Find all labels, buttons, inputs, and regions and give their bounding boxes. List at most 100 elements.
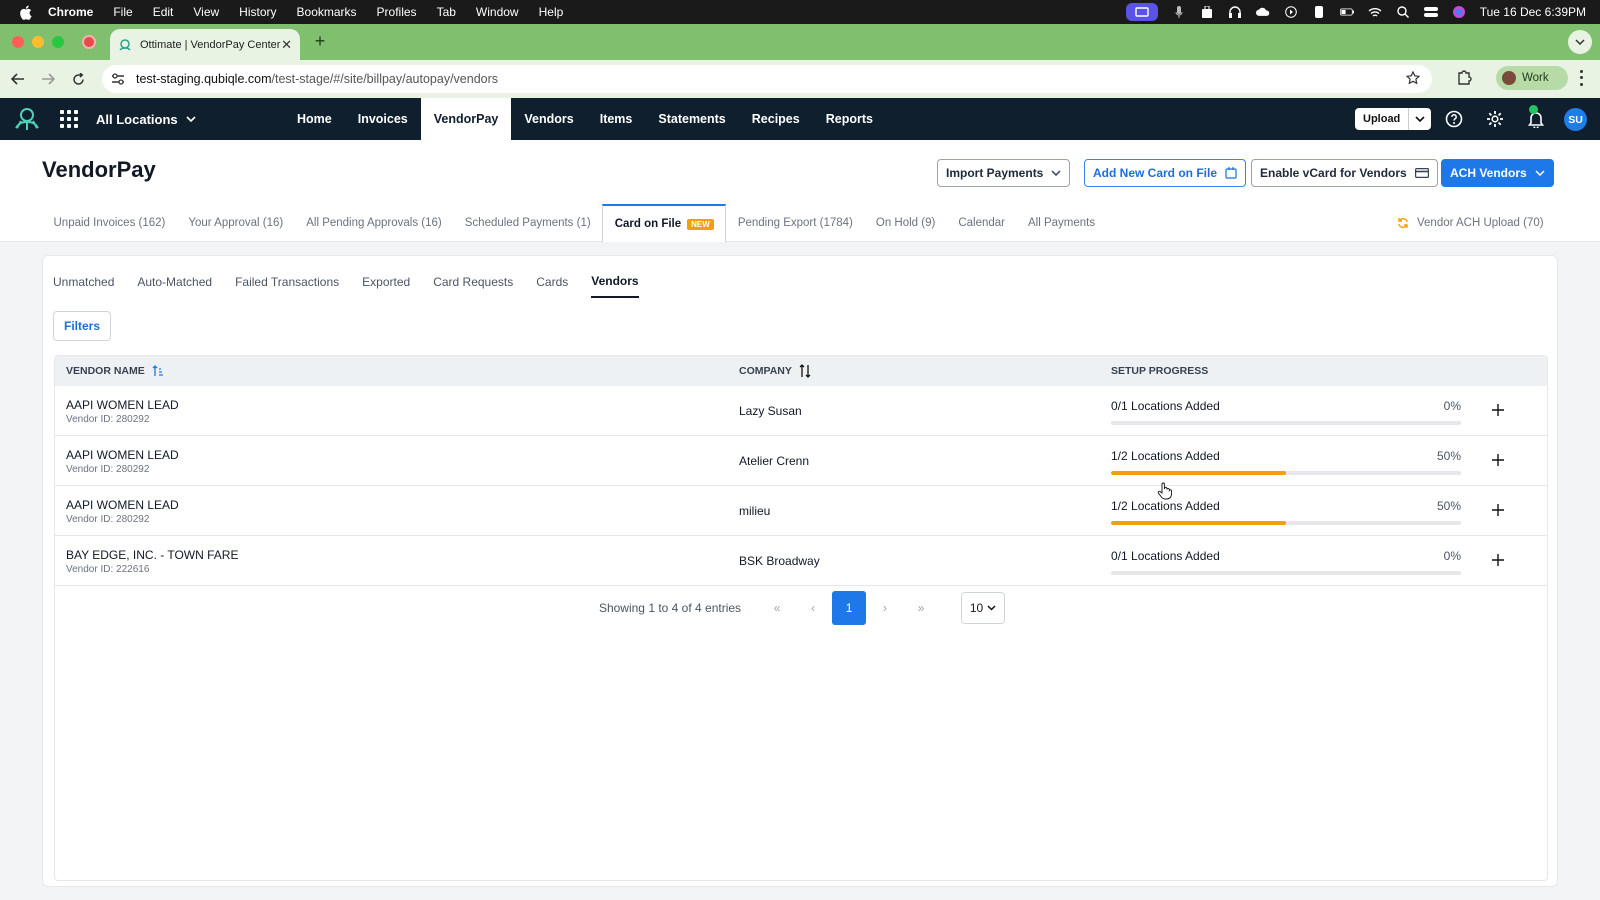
subtab-card-requests[interactable]: Card Requests bbox=[433, 266, 513, 298]
settings-gear-icon[interactable] bbox=[1485, 109, 1505, 129]
maximize-window-button[interactable] bbox=[52, 36, 64, 48]
add-location-plus-icon[interactable] bbox=[1489, 451, 1507, 469]
tab-card-on-file[interactable]: Card on File NEW bbox=[602, 204, 727, 242]
subtab-cards[interactable]: Cards bbox=[536, 266, 568, 298]
microphone-icon[interactable] bbox=[1172, 6, 1186, 18]
subtab-exported[interactable]: Exported bbox=[362, 266, 410, 298]
nav-vendorpay[interactable]: VendorPay bbox=[420, 98, 512, 140]
help-icon[interactable] bbox=[1444, 109, 1464, 129]
menu-app-name[interactable]: Chrome bbox=[48, 5, 93, 19]
cloud-icon[interactable] bbox=[1255, 6, 1270, 18]
headphones-icon[interactable] bbox=[1228, 6, 1242, 18]
location-selector[interactable]: All Locations bbox=[96, 98, 196, 140]
upload-dropdown-chevron-icon[interactable] bbox=[1409, 116, 1431, 122]
nav-invoices[interactable]: Invoices bbox=[345, 98, 421, 140]
add-location-plus-icon[interactable] bbox=[1489, 551, 1507, 569]
vendor-name[interactable]: AAPI WOMEN LEAD bbox=[66, 448, 179, 462]
nav-vendors[interactable]: Vendors bbox=[511, 98, 586, 140]
column-company[interactable]: COMPANY bbox=[739, 356, 811, 386]
menu-tab[interactable]: Tab bbox=[437, 5, 456, 19]
sort-ascending-icon[interactable] bbox=[152, 365, 164, 377]
vendor-ach-upload-link[interactable]: Vendor ACH Upload (70) bbox=[1397, 217, 1544, 229]
add-card-on-file-button[interactable]: Add New Card on File bbox=[1084, 159, 1247, 187]
reload-icon[interactable] bbox=[68, 69, 88, 89]
device-icon[interactable] bbox=[1312, 6, 1326, 18]
back-arrow-icon[interactable] bbox=[8, 69, 28, 89]
apple-icon[interactable] bbox=[16, 3, 34, 21]
tab-on-hold[interactable]: On Hold (9) bbox=[864, 204, 946, 242]
vendor-name[interactable]: BAY EDGE, INC. - TOWN FARE bbox=[66, 548, 238, 562]
enable-vcard-button[interactable]: Enable vCard for Vendors bbox=[1251, 159, 1438, 187]
import-payments-button[interactable]: Import Payments bbox=[937, 159, 1071, 187]
add-location-plus-icon[interactable] bbox=[1489, 501, 1507, 519]
site-info-icon[interactable] bbox=[110, 71, 126, 87]
table-row[interactable]: AAPI WOMEN LEAD Vendor ID: 280292 Atelie… bbox=[55, 436, 1547, 486]
vendor-name[interactable]: AAPI WOMEN LEAD bbox=[66, 498, 179, 512]
menu-clock[interactable]: Tue 16 Dec 6:39PM bbox=[1480, 5, 1586, 19]
add-location-plus-icon[interactable] bbox=[1489, 401, 1507, 419]
nav-statements[interactable]: Statements bbox=[645, 98, 738, 140]
user-avatar[interactable]: SU bbox=[1564, 108, 1587, 131]
tab-search-icon[interactable] bbox=[1568, 30, 1592, 54]
forward-arrow-icon[interactable] bbox=[38, 69, 58, 89]
play-icon[interactable] bbox=[1284, 6, 1298, 18]
siri-icon[interactable] bbox=[1452, 6, 1466, 18]
vendor-name[interactable]: AAPI WOMEN LEAD bbox=[66, 398, 179, 412]
tab-scheduled-payments[interactable]: Scheduled Payments (1) bbox=[453, 204, 602, 242]
menu-edit[interactable]: Edit bbox=[153, 5, 174, 19]
ottimate-logo-icon[interactable] bbox=[12, 104, 42, 134]
extensions-puzzle-icon[interactable] bbox=[1456, 69, 1472, 90]
first-page-icon[interactable]: « bbox=[760, 591, 794, 625]
screen-share-icon[interactable] bbox=[1125, 3, 1158, 21]
tab-calendar[interactable]: Calendar bbox=[947, 204, 1017, 242]
nav-recipes[interactable]: Recipes bbox=[739, 98, 813, 140]
menu-bookmarks[interactable]: Bookmarks bbox=[297, 5, 357, 19]
profile-chip[interactable]: Work bbox=[1496, 66, 1568, 90]
bag-icon[interactable] bbox=[1200, 6, 1214, 18]
tab-all-payments[interactable]: All Payments bbox=[1017, 204, 1107, 242]
app-launcher-grid-icon[interactable] bbox=[60, 110, 78, 128]
page-size-select[interactable]: 10 bbox=[961, 592, 1006, 624]
table-row[interactable]: AAPI WOMEN LEAD Vendor ID: 280292 milieu… bbox=[55, 486, 1547, 536]
wifi-icon[interactable] bbox=[1368, 6, 1382, 18]
upload-button[interactable]: Upload bbox=[1355, 108, 1432, 130]
nav-home[interactable]: Home bbox=[284, 98, 345, 140]
new-tab-icon[interactable]: + bbox=[310, 31, 330, 51]
bookmark-star-icon[interactable] bbox=[1405, 70, 1421, 88]
nav-items[interactable]: Items bbox=[587, 98, 646, 140]
menu-window[interactable]: Window bbox=[476, 5, 519, 19]
tab-all-pending-approvals[interactable]: All Pending Approvals (16) bbox=[295, 204, 454, 242]
menu-profiles[interactable]: Profiles bbox=[377, 5, 417, 19]
subtab-auto-matched[interactable]: Auto-Matched bbox=[137, 266, 212, 298]
control-center-icon[interactable] bbox=[1423, 6, 1438, 18]
subtab-failed-transactions[interactable]: Failed Transactions bbox=[235, 266, 339, 298]
last-page-icon[interactable]: » bbox=[904, 591, 938, 625]
table-row[interactable]: BAY EDGE, INC. - TOWN FARE Vendor ID: 22… bbox=[55, 536, 1547, 586]
browser-tab-active[interactable]: Ottimate | VendorPay Center ✕ bbox=[110, 29, 300, 60]
tab-pending-export[interactable]: Pending Export (1784) bbox=[726, 204, 864, 242]
menu-file[interactable]: File bbox=[113, 5, 132, 19]
address-bar[interactable]: test-staging.qubiqle.com/test-stage/#/si… bbox=[102, 65, 1432, 93]
menu-history[interactable]: History bbox=[239, 5, 276, 19]
subtab-vendors[interactable]: Vendors bbox=[591, 266, 639, 298]
browser-menu-icon[interactable] bbox=[1578, 68, 1584, 88]
ach-vendors-button[interactable]: ACH Vendors bbox=[1441, 159, 1554, 187]
nav-reports[interactable]: Reports bbox=[813, 98, 886, 140]
prev-page-icon[interactable]: ‹ bbox=[796, 591, 830, 625]
filters-button[interactable]: Filters bbox=[53, 311, 112, 341]
battery-icon[interactable] bbox=[1339, 6, 1354, 18]
table-row[interactable]: AAPI WOMEN LEAD Vendor ID: 280292 Lazy S… bbox=[55, 386, 1547, 436]
menu-view[interactable]: View bbox=[193, 5, 219, 19]
close-tab-icon[interactable]: ✕ bbox=[281, 37, 292, 53]
menu-help[interactable]: Help bbox=[539, 5, 564, 19]
page-number-button[interactable]: 1 bbox=[832, 591, 867, 625]
next-page-icon[interactable]: › bbox=[868, 591, 902, 625]
tab-unpaid-invoices[interactable]: Unpaid Invoices (162) bbox=[42, 204, 177, 242]
subtab-unmatched[interactable]: Unmatched bbox=[53, 266, 114, 298]
column-vendor-name[interactable]: VENDOR NAME bbox=[66, 356, 164, 386]
close-window-button[interactable] bbox=[12, 36, 24, 48]
sort-both-icon[interactable] bbox=[799, 364, 811, 378]
minimize-window-button[interactable] bbox=[32, 36, 44, 48]
spotlight-search-icon[interactable] bbox=[1396, 6, 1410, 18]
tab-your-approval[interactable]: Your Approval (16) bbox=[177, 204, 295, 242]
